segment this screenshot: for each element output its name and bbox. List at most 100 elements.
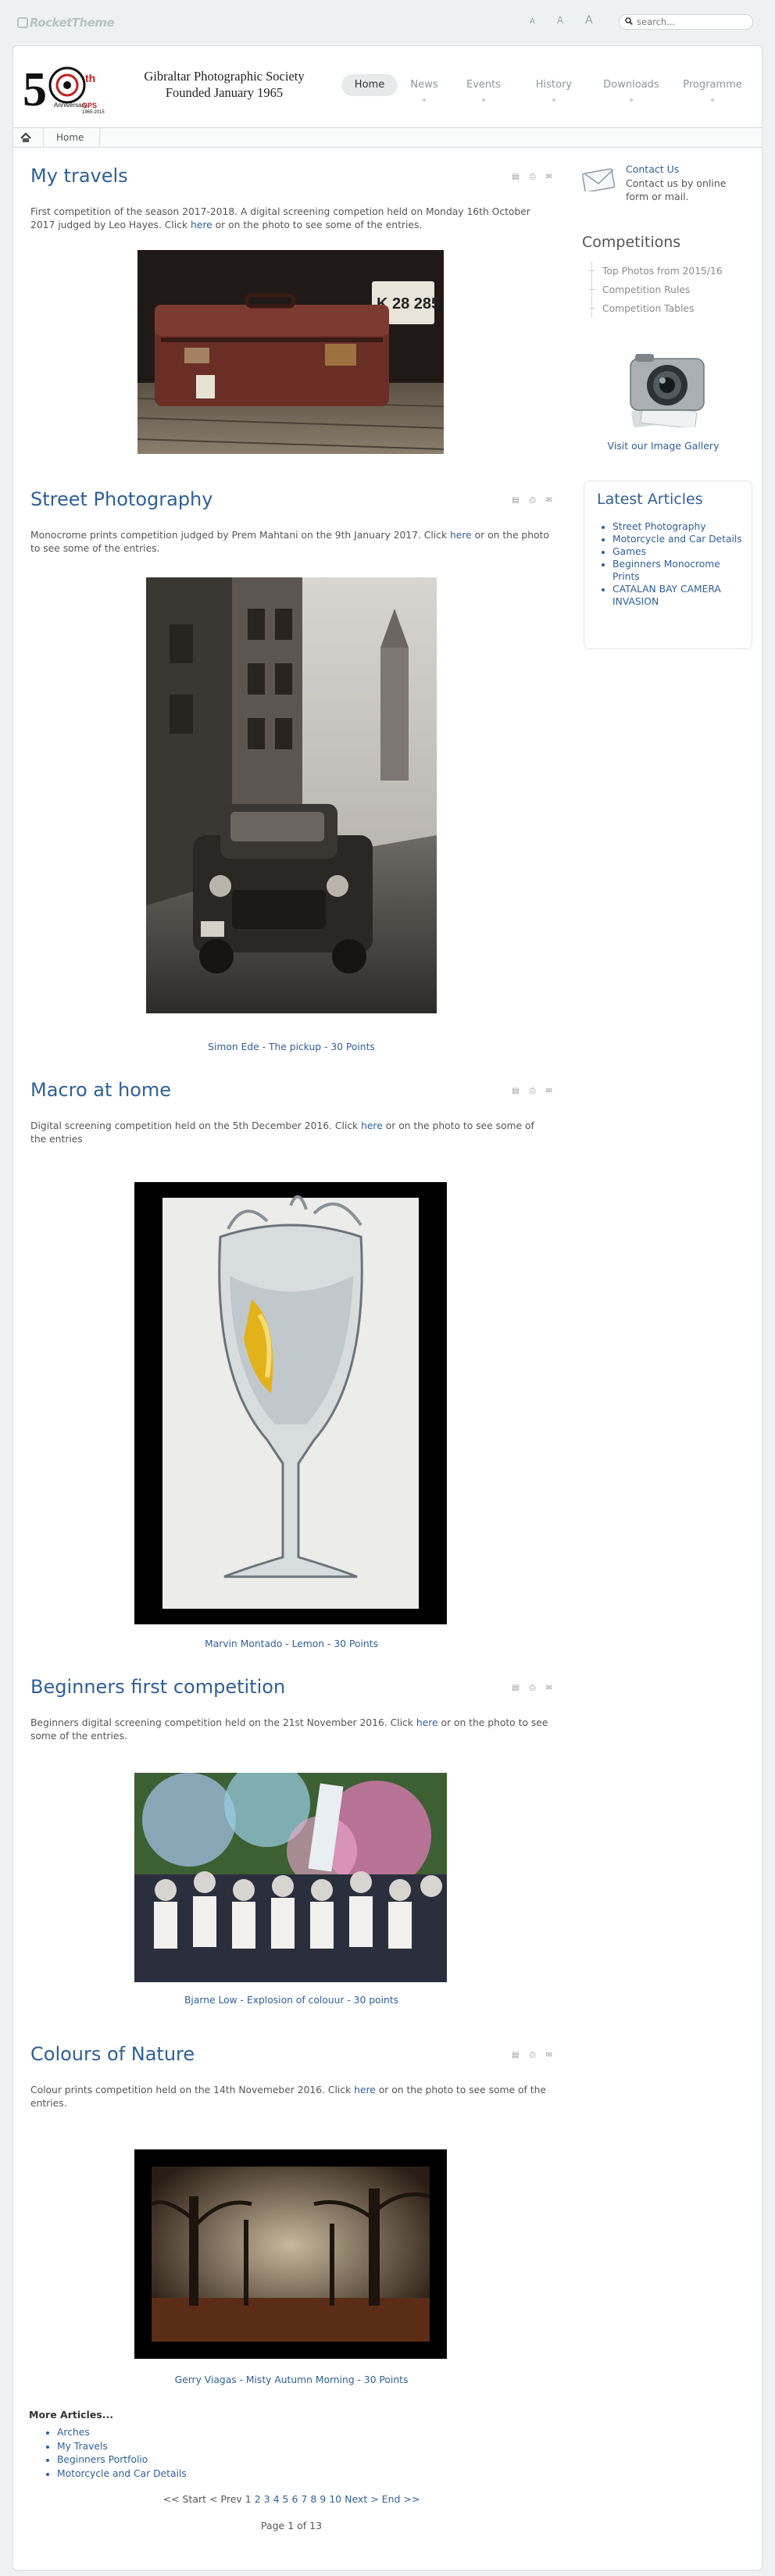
pagination-page[interactable]: 3 — [264, 2493, 270, 2505]
search-input[interactable] — [635, 16, 745, 28]
article-photo[interactable] — [146, 577, 437, 1013]
pagination-page[interactable]: 2 — [255, 2493, 261, 2505]
more-article-item[interactable]: My Travels — [57, 2440, 187, 2454]
nav-history[interactable]: History — [532, 74, 576, 102]
article-text: Monocrome prints competition judged by P… — [30, 529, 552, 556]
nav-events[interactable]: Events — [463, 74, 504, 102]
article-text-end: or on the photo to see some of the entri… — [212, 220, 423, 230]
latest-article-link[interactable]: Beginners Monocrome Prints — [612, 559, 720, 582]
font-size-medium[interactable]: A — [557, 15, 563, 26]
competitions-item[interactable]: Competition Tables — [589, 299, 723, 318]
pagination-page[interactable]: 9 — [320, 2493, 326, 2505]
latest-article-item[interactable]: CATALAN BAY CAMERA INVASION — [612, 583, 744, 608]
pagination-page[interactable]: 7 — [301, 2493, 307, 2505]
pagination-start[interactable]: << Start — [163, 2493, 206, 2505]
founded-line: Founded January 1965 — [165, 85, 284, 100]
pagination-page[interactable]: 6 — [291, 2493, 298, 2505]
nav-home[interactable]: Home — [341, 74, 398, 96]
more-articles-list: Arches My Travels Beginners Portfolio Mo… — [29, 2426, 187, 2481]
latest-article-link[interactable]: Street Photography — [612, 521, 706, 532]
article-photo[interactable]: K 28 285 — [138, 250, 444, 454]
article-here-link[interactable]: here — [450, 530, 472, 541]
nav-news[interactable]: News — [409, 74, 440, 102]
email-icon[interactable]: ✉ — [546, 2051, 552, 2060]
pagination-next[interactable]: Next > — [345, 2493, 379, 2505]
article-photo[interactable] — [134, 1182, 447, 1624]
more-article-item[interactable]: Beginners Portfolio — [57, 2453, 187, 2467]
article-title[interactable]: My travels — [30, 165, 128, 187]
latest-article-item[interactable]: Street Photography — [612, 520, 744, 533]
nav-downloads[interactable]: Downloads — [599, 74, 663, 102]
search-icon[interactable] — [625, 17, 633, 27]
email-icon[interactable]: ✉ — [546, 496, 552, 505]
article-here-link[interactable]: here — [416, 1717, 438, 1728]
pdf-icon[interactable]: ▤ — [512, 2051, 519, 2060]
latest-article-item[interactable]: Beginners Monocrome Prints — [612, 558, 744, 583]
print-icon[interactable]: ⎙ — [530, 2051, 536, 2060]
latest-articles-module: Latest Articles Street Photography Motor… — [584, 481, 752, 649]
more-article-link[interactable]: Arches — [57, 2427, 90, 2438]
article-here-link[interactable]: here — [361, 1120, 383, 1131]
font-size-small[interactable]: A — [530, 17, 535, 26]
print-icon[interactable]: ⎙ — [530, 1087, 536, 1095]
pagination-page[interactable]: 4 — [273, 2493, 280, 2505]
nav-events-label: Events — [466, 79, 501, 91]
latest-article-item[interactable]: Motorcycle and Car Details — [612, 533, 744, 545]
more-article-link[interactable]: My Travels — [57, 2441, 108, 2452]
font-size-large[interactable]: A — [585, 14, 593, 27]
article-text: Digital screening competition held on th… — [30, 1120, 552, 1146]
photo-caption[interactable]: Gerry Viagas - Misty Autumn Morning - 30… — [30, 2374, 552, 2385]
email-icon[interactable]: ✉ — [546, 1087, 552, 1095]
pagination-page[interactable]: 5 — [283, 2493, 289, 2505]
anniversary-logo[interactable]: 5 th Anniversary GPS 1965-2015 — [23, 59, 115, 116]
competitions-item[interactable]: Competition Rules — [589, 280, 723, 299]
photo-caption[interactable]: Bjarne Low - Explosion of colouur - 30 p… — [30, 1995, 552, 2006]
latest-article-link[interactable]: Games — [612, 546, 646, 557]
article-beginners-first-competition: Beginners first competition ▤ ⎙ ✉ Beginner… — [30, 1676, 552, 2076]
more-article-item[interactable]: Arches — [57, 2426, 187, 2440]
article-colours-of-nature: Colours of Nature ▤ ⎙ ✉ Colour prints comp… — [30, 2043, 552, 2418]
email-icon[interactable]: ✉ — [546, 173, 552, 181]
nav-dot — [711, 98, 714, 102]
latest-article-link[interactable]: Motorcycle and Car Details — [612, 534, 742, 545]
camera-icon[interactable] — [624, 343, 710, 429]
more-article-link[interactable]: Motorcycle and Car Details — [57, 2468, 187, 2479]
pdf-icon[interactable]: ▤ — [512, 1087, 519, 1095]
pdf-icon[interactable]: ▤ — [512, 173, 519, 181]
image-gallery-link[interactable]: Visit our Image Gallery — [577, 440, 749, 452]
article-title[interactable]: Macro at home — [30, 1079, 171, 1101]
email-icon[interactable]: ✉ — [546, 1684, 552, 1692]
pagination-page[interactable]: 8 — [310, 2493, 316, 2505]
article-title[interactable]: Colours of Nature — [30, 2043, 195, 2065]
rockettheme-text: RocketTheme — [30, 16, 115, 30]
competitions-item[interactable]: Top Photos from 2015/16 — [589, 262, 723, 280]
article-title[interactable]: Beginners first competition — [30, 1676, 285, 1698]
home-icon[interactable] — [20, 132, 32, 146]
article-here-link[interactable]: here — [191, 220, 212, 230]
pagination-page[interactable]: 10 — [329, 2493, 341, 2505]
pdf-icon[interactable]: ▤ — [512, 496, 519, 505]
pagination-end[interactable]: End >> — [382, 2493, 420, 2505]
nav-programme[interactable]: Programme — [679, 74, 746, 102]
more-article-link[interactable]: Beginners Portfolio — [57, 2454, 148, 2465]
breadcrumb-home[interactable]: Home — [43, 128, 101, 147]
article-icons: ▤ ⎙ ✉ — [502, 2051, 552, 2060]
print-icon[interactable]: ⎙ — [530, 496, 536, 505]
pagination-prev[interactable]: < Prev — [209, 2493, 242, 2505]
article-photo[interactable] — [134, 1773, 447, 1982]
print-icon[interactable]: ⎙ — [530, 173, 536, 181]
latest-article-link[interactable]: CATALAN BAY CAMERA INVASION — [612, 584, 721, 607]
latest-article-item[interactable]: Games — [612, 545, 744, 558]
envelope-icon[interactable] — [581, 168, 616, 193]
article-photo[interactable] — [134, 2149, 447, 2359]
pdf-icon[interactable]: ▤ — [512, 1684, 519, 1692]
article-title[interactable]: Street Photography — [30, 488, 212, 510]
photo-caption[interactable]: Simon Ede - The pickup - 30 Points — [30, 1041, 552, 1052]
print-icon[interactable]: ⎙ — [530, 1684, 536, 1692]
photo-caption[interactable]: Marvin Montado - Lemon - 30 Points — [30, 1638, 552, 1649]
article-here-link[interactable]: here — [354, 2085, 376, 2095]
rockettheme-logo[interactable]: RocketTheme — [17, 16, 115, 30]
more-article-item[interactable]: Motorcycle and Car Details — [57, 2467, 187, 2481]
article-street-photography: Street Photography ▤ ⎙ ✉ Monocrome prints … — [30, 488, 552, 1066]
contact-us-link[interactable]: Contact Us — [626, 163, 679, 175]
